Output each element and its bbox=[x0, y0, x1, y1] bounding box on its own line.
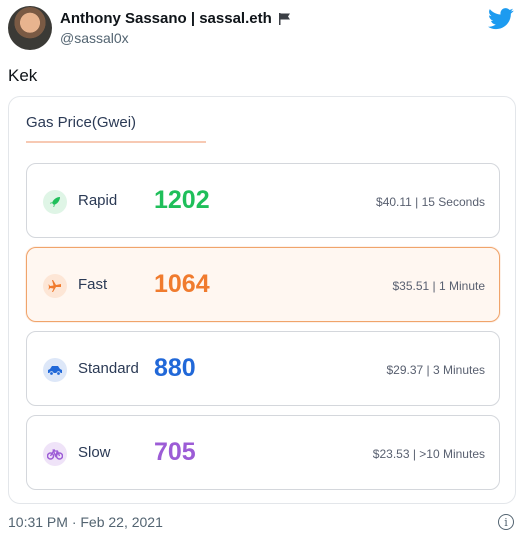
gas-row-slow[interactable]: Slow 705 $23.53 | >10 Minutes bbox=[26, 415, 500, 490]
gas-row-label: Fast bbox=[78, 276, 108, 293]
title-underline bbox=[26, 141, 206, 143]
gas-row-value: 1064 bbox=[154, 270, 210, 298]
gas-row-detail: $29.37 | 3 Minutes bbox=[386, 363, 485, 377]
author-handle[interactable]: @sassal0x bbox=[60, 30, 129, 46]
gas-row-label: Standard bbox=[78, 360, 139, 377]
gas-row-value: 1202 bbox=[154, 186, 210, 214]
avatar[interactable] bbox=[8, 6, 52, 50]
gas-row-value: 880 bbox=[154, 354, 196, 382]
gas-row-detail: $40.11 | 15 Seconds bbox=[376, 195, 485, 209]
gas-price-card: Gas Price(Gwei) Rapid 1202 $40.11 | 15 S… bbox=[8, 96, 516, 504]
gas-row-standard[interactable]: Standard 880 $29.37 | 3 Minutes bbox=[26, 331, 500, 406]
gas-row-fast[interactable]: Fast 1064 $35.51 | 1 Minute bbox=[26, 247, 500, 322]
card-title: Gas Price(Gwei) bbox=[26, 114, 137, 131]
plane-icon bbox=[43, 274, 67, 298]
author-name-row: Anthony Sassano | sassal.eth bbox=[60, 10, 292, 27]
tweet-timestamp[interactable]: 10:31 PM · Feb 22, 2021 bbox=[8, 514, 163, 530]
gas-row-label: Slow bbox=[78, 444, 111, 461]
gas-row-detail: $35.51 | 1 Minute bbox=[392, 279, 485, 293]
gas-row-rapid[interactable]: Rapid 1202 $40.11 | 15 Seconds bbox=[26, 163, 500, 238]
rocket-icon bbox=[43, 190, 67, 214]
gas-row-detail: $23.53 | >10 Minutes bbox=[372, 447, 485, 461]
info-icon[interactable]: i bbox=[498, 514, 514, 530]
car-icon bbox=[43, 358, 67, 382]
twitter-bird-icon[interactable] bbox=[488, 8, 514, 30]
bicycle-icon bbox=[43, 442, 67, 466]
gas-row-label: Rapid bbox=[78, 192, 118, 209]
flag-icon bbox=[278, 12, 290, 25]
gas-row-value: 705 bbox=[154, 438, 196, 466]
tweet-text: Kek bbox=[8, 66, 38, 85]
author-display-name[interactable]: Anthony Sassano | sassal.eth bbox=[60, 10, 272, 27]
